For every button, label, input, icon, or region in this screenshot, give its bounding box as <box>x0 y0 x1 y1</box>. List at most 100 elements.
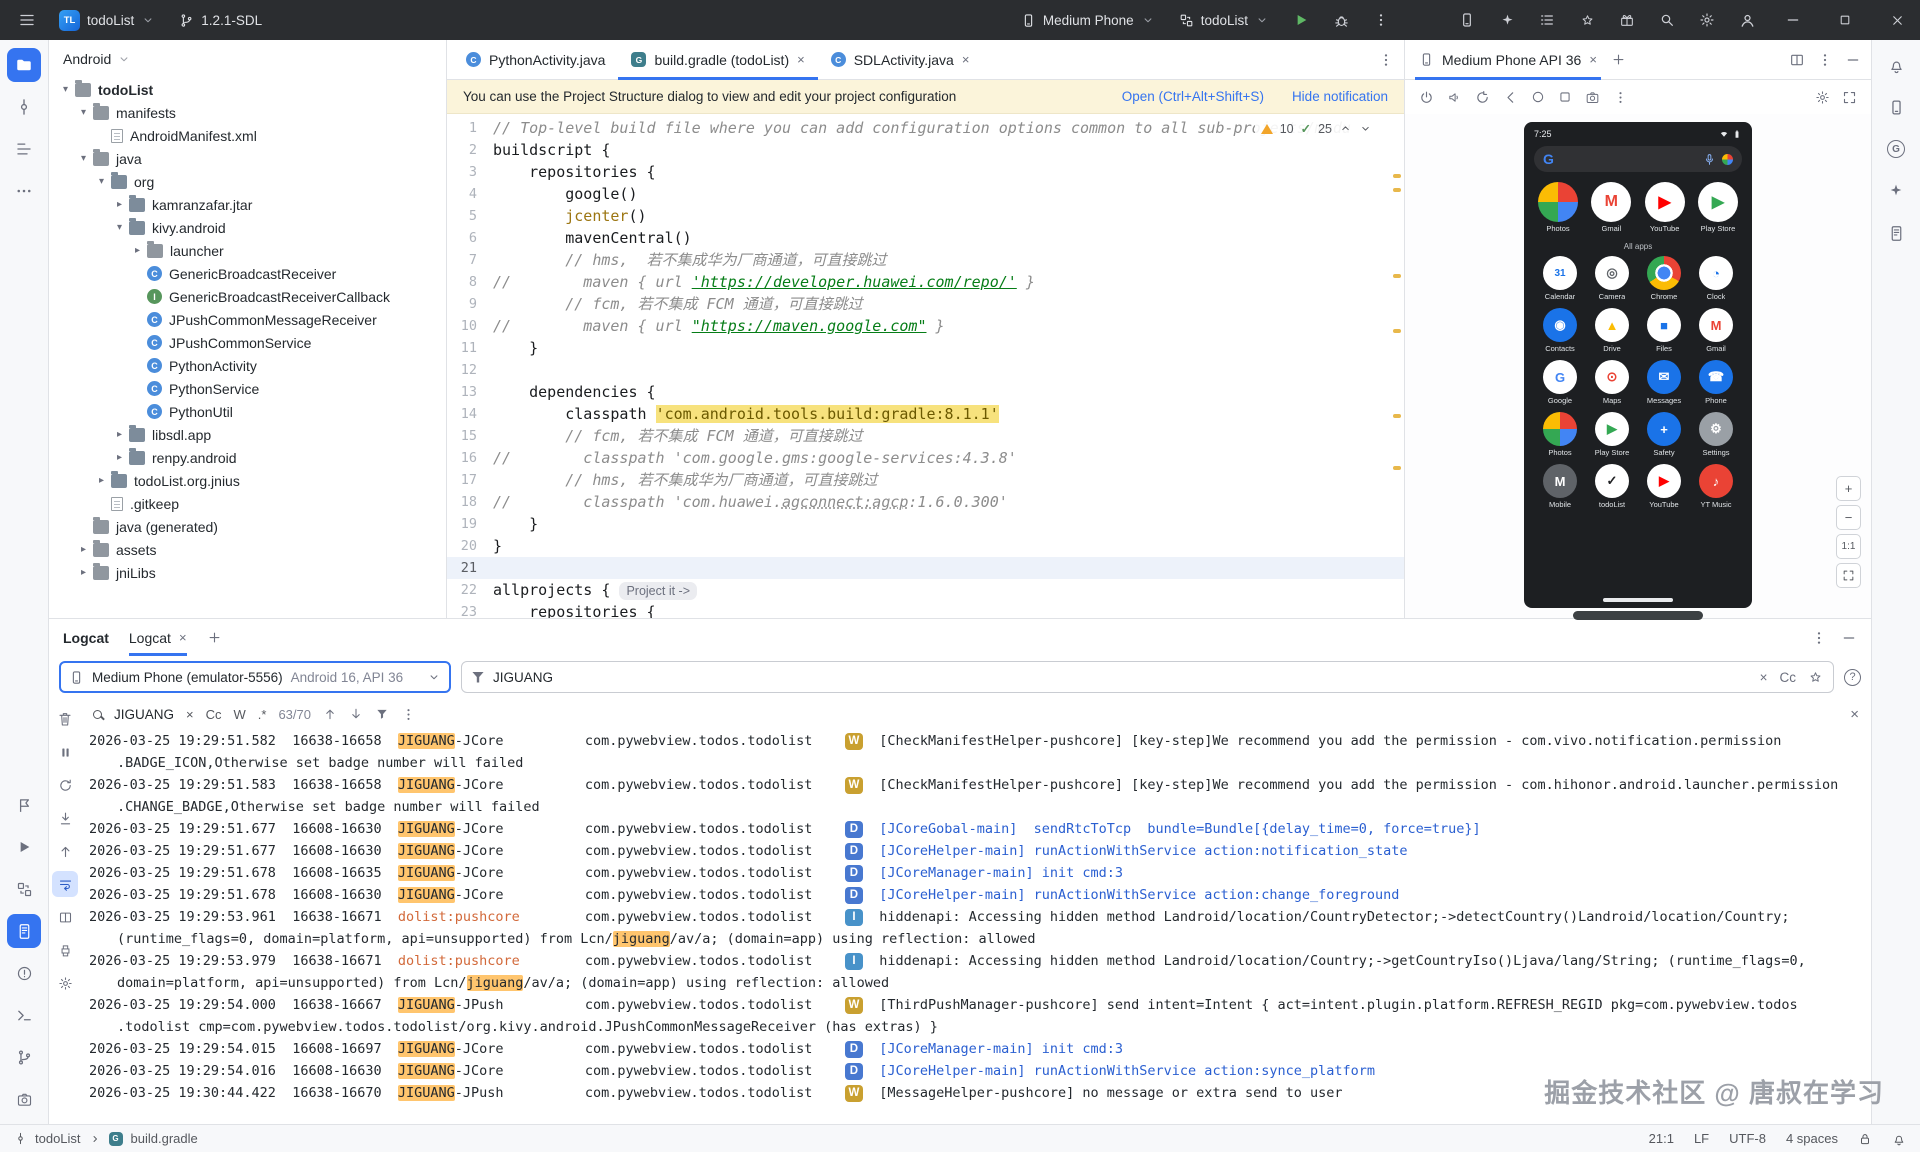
chevron-right-icon[interactable]: ▸ <box>75 544 92 555</box>
rotate-icon[interactable] <box>1475 90 1490 105</box>
tree-item-renpy-android[interactable]: ▸renpy.android <box>49 446 446 469</box>
running-devices-tool-button[interactable] <box>1879 216 1913 250</box>
cursor-position[interactable]: 21:1 <box>1649 1131 1674 1146</box>
split-panel-icon[interactable] <box>1789 52 1805 68</box>
logcat-tool-button[interactable] <box>7 914 41 948</box>
tree-item-java-generated-[interactable]: java (generated) <box>49 515 446 538</box>
open-project-structure-link[interactable]: Open (Ctrl+Alt+Shift+S) <box>1122 89 1264 104</box>
zoom-fit-button[interactable] <box>1836 563 1861 588</box>
regex-toggle[interactable]: .* <box>258 707 267 722</box>
version-control-tool-button[interactable] <box>7 1040 41 1074</box>
hide-notification-link[interactable]: Hide notification <box>1292 89 1388 104</box>
breadcrumb-project[interactable]: todoList <box>35 1131 81 1146</box>
app-icon-camera[interactable]: ◎Camera <box>1586 256 1638 301</box>
mic-icon[interactable] <box>1703 153 1716 166</box>
zoom-reset-button[interactable]: 1:1 <box>1836 534 1861 559</box>
app-icon-mobile[interactable]: MMobile <box>1534 464 1586 509</box>
app-icon-gmail[interactable]: MGmail <box>1690 308 1742 353</box>
project-selector[interactable]: TL todoList <box>50 5 164 35</box>
app-icon-play-store[interactable]: ▶Play Store <box>1586 412 1638 457</box>
search-options-icon[interactable] <box>401 707 416 722</box>
logcat-entry-continuation[interactable]: .BADGE_ICON,Otherwise set badge number w… <box>89 752 1871 774</box>
emulator-settings-icon[interactable] <box>1815 90 1830 105</box>
tree-item-jpushcommonmessagereceiver[interactable]: CJPushCommonMessageReceiver <box>49 308 446 331</box>
ai-actions-icon[interactable] <box>1490 5 1524 35</box>
file-encoding[interactable]: UTF-8 <box>1729 1131 1766 1146</box>
logcat-options-icon[interactable] <box>1811 630 1827 646</box>
logcat-entry-continuation[interactable]: domain=platform, api=unsupported) from L… <box>89 972 1871 994</box>
gemini-tool-button[interactable] <box>1879 174 1913 208</box>
line-separator[interactable]: LF <box>1694 1131 1709 1146</box>
logcat-entry-continuation[interactable]: .CHANGE_BADGE,Otherwise set badge number… <box>89 796 1871 818</box>
app-icon-todolist[interactable]: ✓todoList <box>1586 464 1638 509</box>
screenshot-icon[interactable] <box>1585 90 1600 105</box>
match-case-toggle[interactable]: Cc <box>206 707 222 722</box>
tree-item-java[interactable]: ▾java <box>49 147 446 170</box>
logcat-settings-button[interactable] <box>52 970 78 996</box>
tab-sdlactivity-java[interactable]: C SDLActivity.java × <box>818 40 983 79</box>
app-icon-drive[interactable]: ▲Drive <box>1586 308 1638 353</box>
google-lens-icon[interactable] <box>1722 154 1733 165</box>
print-button[interactable] <box>52 937 78 963</box>
gemini-icon[interactable] <box>1570 5 1604 35</box>
favorite-filter-icon[interactable] <box>1808 670 1823 685</box>
chevron-right-icon[interactable]: ▸ <box>75 567 92 578</box>
notifications-tool-button[interactable] <box>1879 48 1913 82</box>
tree-item-pythonservice[interactable]: CPythonService <box>49 377 446 400</box>
search-filter-icon[interactable] <box>375 707 389 721</box>
logcat-entry[interactable]: 2026-03-25 19:29:51.677 16608-16630 JIGU… <box>89 818 1871 840</box>
panel-options-icon[interactable] <box>1817 52 1833 68</box>
search-everywhere-icon[interactable] <box>1650 5 1684 35</box>
tree-item-jpushcommonservice[interactable]: CJPushCommonService <box>49 331 446 354</box>
logcat-tab[interactable]: Logcat × <box>129 619 187 656</box>
problems-tool-button[interactable] <box>7 956 41 990</box>
logcat-entry[interactable]: 2026-03-25 19:29:53.979 16638-16671 doli… <box>89 950 1871 972</box>
tree-item-org[interactable]: ▾org <box>49 170 446 193</box>
whole-word-toggle[interactable]: W <box>234 707 246 722</box>
tree-item-jnilibs[interactable]: ▸jniLibs <box>49 561 446 584</box>
previous-match-icon[interactable] <box>323 707 337 721</box>
logcat-entry[interactable]: 2026-03-25 19:29:51.677 16608-16630 JIGU… <box>89 840 1871 862</box>
search-input[interactable]: JIGUANG <box>114 707 174 722</box>
chevron-right-icon[interactable]: ▸ <box>93 475 110 486</box>
split-panels-button[interactable] <box>52 904 78 930</box>
app-icon-photos[interactable]: Photos <box>1538 182 1578 233</box>
clear-search-icon[interactable]: × <box>186 707 194 722</box>
app-icon-youtube[interactable]: ▶YouTube <box>1645 182 1685 233</box>
app-icon-gmail[interactable]: MGmail <box>1591 182 1631 233</box>
logcat-filter-input[interactable]: JIGUANG × Cc <box>461 661 1834 693</box>
logcat-entry[interactable]: 2026-03-25 19:29:51.583 16638-16658 JIGU… <box>89 774 1871 796</box>
breadcrumb-file[interactable]: build.gradle <box>131 1131 198 1146</box>
app-icon-yt-music[interactable]: ♪YT Music <box>1690 464 1742 509</box>
chevron-right-icon[interactable]: ▸ <box>111 429 128 440</box>
window-maximize-button[interactable] <box>1822 0 1868 40</box>
tree-item-libsdl-app[interactable]: ▸libsdl.app <box>49 423 446 446</box>
previous-occurrence-button[interactable] <box>52 838 78 864</box>
tree-item-manifests[interactable]: ▾manifests <box>49 101 446 124</box>
power-icon[interactable] <box>1419 90 1434 105</box>
gesture-bar[interactable] <box>1603 598 1673 602</box>
clear-filter-icon[interactable]: × <box>1760 670 1768 685</box>
scroll-to-end-button[interactable] <box>52 805 78 831</box>
window-close-button[interactable] <box>1874 0 1920 40</box>
emulator-more-icon[interactable] <box>1613 90 1628 105</box>
chevron-right-icon[interactable]: ▸ <box>129 245 146 256</box>
commit-tool-button[interactable] <box>7 90 41 124</box>
run-tool-button[interactable] <box>7 830 41 864</box>
main-menu-button[interactable] <box>10 5 44 35</box>
google-search-bar[interactable]: G <box>1534 146 1742 172</box>
emulator-scrollbar[interactable] <box>1573 611 1703 620</box>
tree-item-kivy-android[interactable]: ▾kivy.android <box>49 216 446 239</box>
editor-options-icon[interactable] <box>1378 52 1394 68</box>
app-icon-contacts[interactable]: ◉Contacts <box>1534 308 1586 353</box>
chevron-right-icon[interactable]: ▸ <box>111 199 128 210</box>
readonly-lock-icon[interactable] <box>1858 1132 1872 1146</box>
logcat-entry[interactable]: 2026-03-25 19:29:51.582 16638-16658 JIGU… <box>89 730 1871 752</box>
terminal-tool-button[interactable] <box>7 998 41 1032</box>
structure-tool-button[interactable] <box>7 132 41 166</box>
app-icon-phone[interactable]: ☎Phone <box>1690 360 1742 405</box>
logcat-entry[interactable]: 2026-03-25 19:29:54.015 16608-16697 JIGU… <box>89 1038 1871 1060</box>
pause-logcat-button[interactable] <box>52 739 78 765</box>
indent-setting[interactable]: 4 spaces <box>1786 1131 1838 1146</box>
tree-item-assets[interactable]: ▸assets <box>49 538 446 561</box>
